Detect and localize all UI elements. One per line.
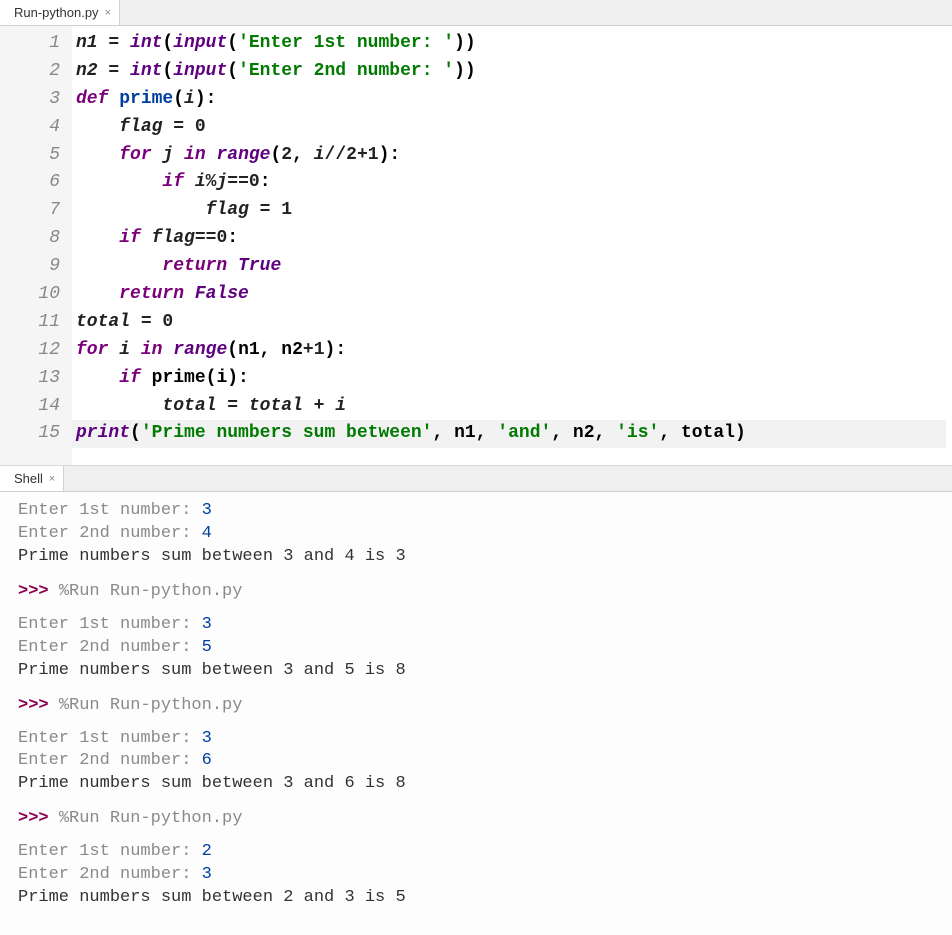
shell-run-command: >>> %Run Run-python.py xyxy=(18,808,934,831)
code-editor[interactable]: 1 2 3 4 5 6 7 8 9 10 11 12 13 14 15 n1 =… xyxy=(0,26,952,466)
shell-run-block: Enter 1st number: 2 Enter 2nd number: 3 … xyxy=(18,841,934,910)
code-line: return True xyxy=(76,256,281,276)
shell-run-block: Enter 1st number: 3 Enter 2nd number: 4 … xyxy=(18,500,934,569)
line-number: 10 xyxy=(8,281,60,309)
line-number: 8 xyxy=(8,225,60,253)
line-number: 4 xyxy=(8,114,60,142)
shell-magic-command: %Run Run-python.py xyxy=(59,809,243,828)
shell-output-line: Prime numbers sum between 2 and 3 is 5 xyxy=(18,887,934,910)
line-number: 3 xyxy=(8,86,60,114)
line-number: 9 xyxy=(8,253,60,281)
line-number: 13 xyxy=(8,365,60,393)
shell-user-input: 3 xyxy=(202,615,212,634)
shell-magic-command: %Run Run-python.py xyxy=(59,696,243,715)
line-number: 11 xyxy=(8,309,60,337)
line-number: 2 xyxy=(8,58,60,86)
code-line: if prime(i): xyxy=(76,368,249,388)
shell-output-line: Prime numbers sum between 3 and 5 is 8 xyxy=(18,660,934,683)
shell-prompt-text: Enter 2nd number: xyxy=(18,751,202,770)
line-number: 12 xyxy=(8,337,60,365)
code-line: if i%j==0: xyxy=(76,172,271,192)
line-number: 5 xyxy=(8,142,60,170)
shell-prompt-text: Enter 2nd number: xyxy=(18,638,202,657)
shell-prompt-icon: >>> xyxy=(18,582,59,601)
code-line: for j in range(2, i//2+1): xyxy=(76,145,400,165)
shell-user-input: 4 xyxy=(202,524,212,543)
code-line: total = total + i xyxy=(76,396,346,416)
line-number-gutter: 1 2 3 4 5 6 7 8 9 10 11 12 13 14 15 xyxy=(0,26,72,465)
editor-tab-label: Run-python.py xyxy=(14,5,99,20)
line-number: 1 xyxy=(8,30,60,58)
shell-run-block: Enter 1st number: 3 Enter 2nd number: 5 … xyxy=(18,614,934,683)
shell-tab-bar: Shell × xyxy=(0,466,952,492)
shell-user-input: 6 xyxy=(202,751,212,770)
shell-user-input: 3 xyxy=(202,501,212,520)
shell-prompt-icon: >>> xyxy=(18,696,59,715)
shell-output-line: Prime numbers sum between 3 and 6 is 8 xyxy=(18,773,934,796)
shell-prompt-text: Enter 2nd number: xyxy=(18,865,202,884)
shell-user-input: 5 xyxy=(202,638,212,657)
shell-user-input: 3 xyxy=(202,865,212,884)
shell-magic-command: %Run Run-python.py xyxy=(59,582,243,601)
line-number: 14 xyxy=(8,393,60,421)
line-number: 15 xyxy=(8,420,60,448)
code-line: n2 = int(input('Enter 2nd number: ')) xyxy=(76,61,476,81)
shell-output-line: Prime numbers sum between 3 and 4 is 3 xyxy=(18,546,934,569)
shell-prompt-text: Enter 2nd number: xyxy=(18,524,202,543)
close-icon[interactable]: × xyxy=(105,7,111,19)
shell-run-command: >>> %Run Run-python.py xyxy=(18,581,934,604)
code-area[interactable]: n1 = int(input('Enter 1st number: ')) n2… xyxy=(72,26,754,465)
code-line: def prime(i): xyxy=(76,89,216,109)
code-line: if flag==0: xyxy=(76,228,238,248)
shell-prompt-text: Enter 1st number: xyxy=(18,729,202,748)
line-number: 6 xyxy=(8,169,60,197)
shell-tab[interactable]: Shell × xyxy=(0,466,64,491)
line-number: 7 xyxy=(8,197,60,225)
close-icon[interactable]: × xyxy=(49,473,55,485)
shell-prompt-text: Enter 1st number: xyxy=(18,842,202,861)
code-line: for i in range(n1, n2+1): xyxy=(76,340,346,360)
code-line: return False xyxy=(76,284,249,304)
shell-output[interactable]: Enter 1st number: 3 Enter 2nd number: 4 … xyxy=(0,492,952,928)
shell-tab-label: Shell xyxy=(14,471,43,486)
shell-user-input: 2 xyxy=(202,842,212,861)
code-line: n1 = int(input('Enter 1st number: ')) xyxy=(76,33,476,53)
shell-user-input: 3 xyxy=(202,729,212,748)
editor-tab-bar: Run-python.py × xyxy=(0,0,952,26)
code-line-current: print('Prime numbers sum between', n1, '… xyxy=(72,420,946,448)
code-line: total = 0 xyxy=(76,312,173,332)
editor-tab[interactable]: Run-python.py × xyxy=(0,0,120,25)
shell-run-block: Enter 1st number: 3 Enter 2nd number: 6 … xyxy=(18,728,934,797)
shell-prompt-text: Enter 1st number: xyxy=(18,615,202,634)
code-line: flag = 0 xyxy=(76,117,206,137)
shell-prompt-text: Enter 1st number: xyxy=(18,501,202,520)
code-line: flag = 1 xyxy=(76,200,292,220)
shell-prompt-icon: >>> xyxy=(18,809,59,828)
shell-run-command: >>> %Run Run-python.py xyxy=(18,695,934,718)
